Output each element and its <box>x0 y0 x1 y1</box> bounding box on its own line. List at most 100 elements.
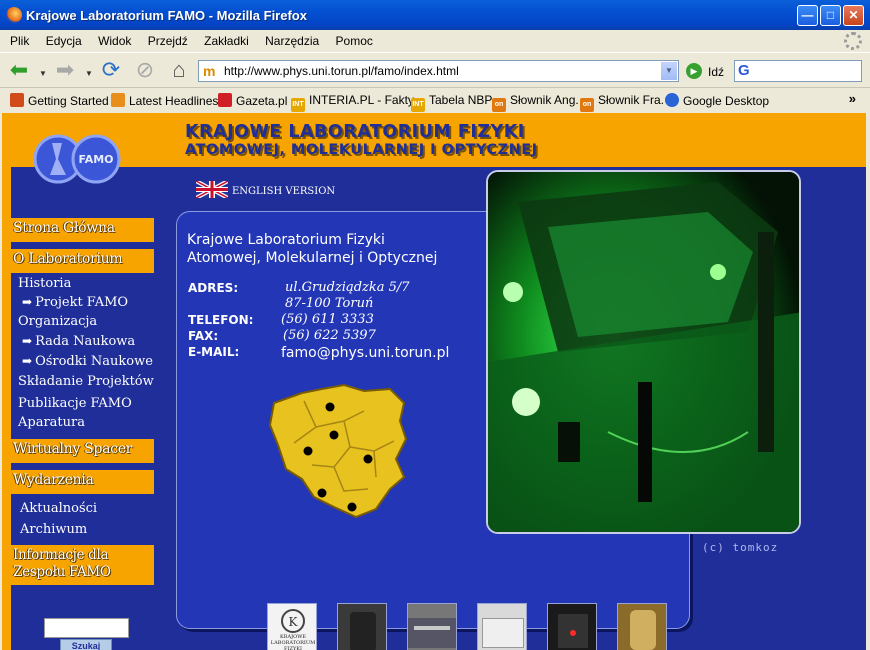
menu-help[interactable]: Pomoc <box>336 34 373 48</box>
fax-value: (56) 622 5397 <box>283 328 376 343</box>
minimize-button[interactable]: — <box>797 5 818 26</box>
onet-icon: on <box>492 98 506 112</box>
nav-link-osrodki[interactable]: ➡ Ośrodki Naukowe <box>22 354 153 369</box>
left-accent-strip <box>2 167 11 650</box>
site-search-input[interactable] <box>44 618 129 638</box>
arrow-right-icon: ➡ <box>22 295 33 309</box>
map-point-torun <box>329 430 339 440</box>
logo-text: FAMO <box>78 153 113 166</box>
stop-button[interactable]: ⊘ <box>132 59 158 83</box>
english-version-link[interactable]: ENGLISH VERSION <box>196 181 335 198</box>
nav-home[interactable]: Strona Główna <box>11 218 154 242</box>
thumbnail-caption: KRAJOWE LABORATORIUM FIZYKI ATOMOWEJ <box>270 634 316 650</box>
bookmark-google-desktop[interactable]: Google Desktop <box>665 93 769 108</box>
nav-link-organizacja[interactable]: Organizacja <box>18 314 97 329</box>
site-title: KRAJOWE LABORATORIUM FIZYKI ATOMOWEJ, MO… <box>185 122 538 158</box>
site-search-button[interactable]: Szukaj <box>60 639 112 650</box>
map-point-gdansk <box>325 402 335 412</box>
lab-name: Krajowe Laboratorium Fizyki Atomowej, Mo… <box>187 232 438 266</box>
menu-tools[interactable]: Narzędzia <box>265 34 319 48</box>
close-button[interactable]: ✕ <box>843 5 864 26</box>
url-dropdown-icon[interactable]: ▼ <box>661 62 677 80</box>
nav-link-aparatura[interactable]: Aparatura <box>18 415 85 430</box>
bookmarks-toolbar: Getting Started Latest Headlines Gazeta.… <box>0 88 870 112</box>
onet-icon: on <box>580 98 594 112</box>
forward-dropdown-icon[interactable]: ▼ <box>85 69 93 78</box>
fax-label: FAX: <box>188 329 219 343</box>
nav-virtual-tour[interactable]: Wirtualny Spacer <box>11 439 154 463</box>
menu-bar: Plik Edycja Widok Przejdź Zakładki Narzę… <box>0 30 870 52</box>
throbber-icon <box>844 32 862 50</box>
url-bar[interactable]: m http://www.phys.uni.torun.pl/famo/inde… <box>198 60 679 82</box>
google-icon <box>665 93 679 107</box>
email-label: E-MAIL: <box>188 345 240 359</box>
nav-link-aktualnosci[interactable]: Aktualności <box>20 501 97 516</box>
site-title-line1: KRAJOWE LABORATORIUM FIZYKI <box>185 122 525 142</box>
nav-link-skladanie[interactable]: Składanie Projektów <box>18 374 154 389</box>
title-bar: Krajowe Laboratorium FAMO - Mozilla Fire… <box>0 0 870 30</box>
nav-link-publikacje[interactable]: Publikacje FAMO <box>18 396 132 411</box>
address-line2: 87-100 Toruń <box>285 296 374 311</box>
interia-icon: INT <box>411 98 425 112</box>
search-input[interactable]: G <box>734 60 862 82</box>
home-button[interactable]: ⌂ <box>166 59 192 83</box>
nav-about[interactable]: O Laboratorium <box>11 249 154 273</box>
menu-edit[interactable]: Edycja <box>46 34 82 48</box>
bookmark-getting-started[interactable]: Getting Started <box>10 93 109 108</box>
rss-icon <box>111 93 125 107</box>
go-button-label[interactable]: Idź <box>708 65 724 79</box>
famo-logo[interactable]: FAMO <box>32 129 122 189</box>
bookmark-tabela-nbp[interactable]: INT Tabela NBP <box>411 93 492 112</box>
google-search-icon: G <box>738 62 750 79</box>
gazeta-icon <box>218 93 232 107</box>
bookmarks-chevron-icon[interactable]: » <box>849 91 856 106</box>
photo-credit: (c) tomkoz <box>702 541 779 554</box>
nav-events[interactable]: Wydarzenia <box>11 470 154 494</box>
nav-link-projekt[interactable]: ➡ Projekt FAMO <box>22 295 128 310</box>
poland-map[interactable] <box>264 381 414 521</box>
thumbnail-famo-logo[interactable]: K KRAJOWE LABORATORIUM FIZYKI ATOMOWEJ <box>267 603 317 650</box>
arrow-right-icon: ➡ <box>22 334 33 348</box>
firefox-icon <box>6 7 22 23</box>
reload-button[interactable]: ⟳ <box>98 59 124 83</box>
bookmark-interia[interactable]: INT INTERIA.PL - Fakty <box>291 93 414 112</box>
map-point-warszawa <box>363 454 373 464</box>
back-button[interactable]: ⬅ <box>6 59 32 83</box>
arrow-right-icon: ➡ <box>22 354 33 368</box>
navigation-toolbar: ⬅ ▼ ➡ ▼ ⟳ ⊘ ⌂ m http://www.phys.uni.toru… <box>0 52 870 88</box>
thumbnail-equipment-4[interactable] <box>547 603 597 650</box>
bookmark-gazeta[interactable]: Gazeta.pl <box>218 93 287 108</box>
site-favicon-icon: m <box>203 63 216 79</box>
email-link[interactable]: famo@phys.uni.torun.pl <box>281 345 449 361</box>
phone-value: (56) 611 3333 <box>281 312 374 327</box>
menu-file[interactable]: Plik <box>10 34 29 48</box>
menu-go[interactable]: Przejdź <box>148 34 188 48</box>
bookmark-slownik-ang[interactable]: on Słownik Ang. <box>492 93 579 112</box>
page-viewport: FAMO KRAJOWE LABORATORIUM FIZYKI ATOMOWE… <box>2 113 866 650</box>
thumbnail-equipment-5[interactable] <box>617 603 667 650</box>
firefox-icon <box>10 93 24 107</box>
map-point-krakow <box>347 502 357 512</box>
menu-bookmarks[interactable]: Zakładki <box>204 34 249 48</box>
nav-link-archiwum[interactable]: Archiwum <box>20 522 87 537</box>
nav-team-info[interactable]: Informacje dla Zespołu FAMO <box>11 545 154 585</box>
nav-link-rada[interactable]: ➡ Rada Naukowa <box>22 334 135 349</box>
address-line1: ul.Grudziądzka 5/7 <box>285 280 410 295</box>
go-icon[interactable]: ▶ <box>686 63 702 79</box>
nav-link-historia[interactable]: Historia <box>18 276 71 291</box>
thumbnail-equipment-2[interactable] <box>407 603 457 650</box>
bookmark-slownik-fra[interactable]: on Słownik Fra. <box>580 93 664 112</box>
maximize-button[interactable]: □ <box>820 5 841 26</box>
menu-view[interactable]: Widok <box>98 34 131 48</box>
address-label: ADRES: <box>188 281 239 295</box>
uk-flag-icon <box>196 181 228 198</box>
forward-button[interactable]: ➡ <box>52 59 78 83</box>
back-dropdown-icon[interactable]: ▼ <box>39 69 47 78</box>
phone-label: TELEFON: <box>188 313 254 327</box>
map-point-poznan <box>303 446 313 456</box>
site-title-line2: ATOMOWEJ, MOLEKULARNEJ I OPTYCZNEJ <box>185 142 538 158</box>
bookmark-latest-headlines[interactable]: Latest Headlines <box>111 93 218 108</box>
thumbnail-equipment-3[interactable] <box>477 603 527 650</box>
url-text[interactable]: http://www.phys.uni.torun.pl/famo/index.… <box>224 64 459 78</box>
thumbnail-equipment-1[interactable] <box>337 603 387 650</box>
